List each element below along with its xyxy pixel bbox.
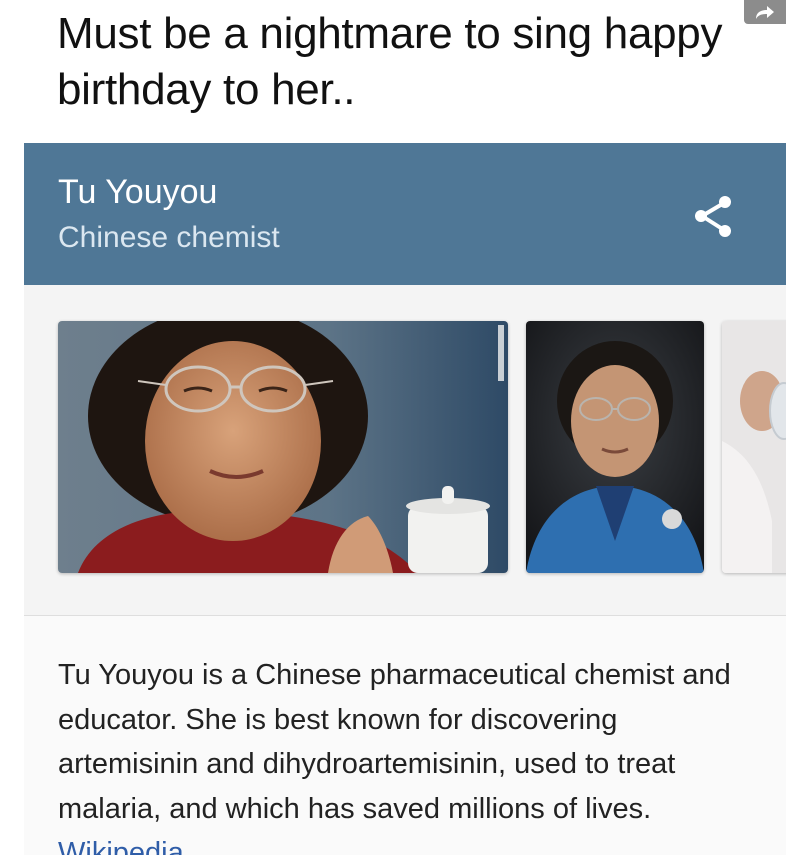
card-title: Tu Youyou [58, 173, 218, 211]
forward-icon[interactable] [744, 0, 786, 24]
portrait-photo-1[interactable] [58, 321, 508, 573]
card-header: Tu Youyou Chinese chemist [24, 143, 786, 285]
image-carousel[interactable] [24, 285, 786, 616]
wikipedia-link[interactable]: Wikipedia [58, 837, 184, 855]
card-subtitle: Chinese chemist [58, 221, 280, 254]
photo-3[interactable] [722, 321, 786, 573]
card-description: Tu Youyou is a Chinese pharmaceutical ch… [58, 659, 731, 825]
knowledge-card: Tu Youyou Chinese chemist Tu Youyou is a… [24, 143, 786, 855]
share-icon[interactable] [690, 193, 738, 241]
post-caption: Must be a nightmare to sing happy birthd… [57, 9, 723, 114]
portrait-photo-2[interactable] [526, 321, 704, 573]
